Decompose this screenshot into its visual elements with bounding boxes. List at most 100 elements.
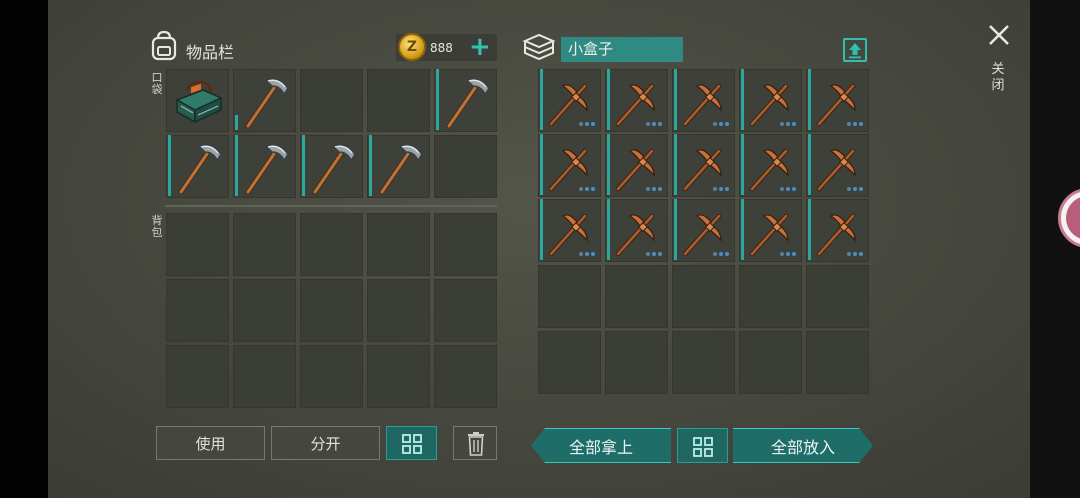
container-slot[interactable] [672,199,735,262]
backpack-slot[interactable] [300,279,363,342]
quality-dots [847,122,863,126]
stone-pickaxe-icon [178,144,222,195]
container-slot[interactable] [739,69,802,132]
container-slot[interactable] [806,265,869,328]
durability-bar [741,199,744,260]
pocket-slot[interactable] [300,135,363,198]
durability-bar [607,134,610,195]
box-stack-icon [522,33,556,61]
container-slot[interactable] [605,265,668,328]
quality-dots [713,187,729,191]
sort-inventory-button[interactable] [386,426,437,460]
backpack-slot[interactable] [367,345,430,408]
container-slot[interactable] [605,199,668,262]
pocket-slot[interactable] [166,135,229,198]
container-name[interactable]: 小盒子 [561,37,683,62]
pocket-slot[interactable] [233,135,296,198]
upload-icon[interactable] [843,38,867,62]
pocket-slot[interactable] [434,135,497,198]
close-icon[interactable] [988,24,1010,46]
container-slot[interactable] [672,331,735,394]
trash-button[interactable] [453,426,497,460]
durability-bar [540,134,543,195]
durability-bar [607,199,610,260]
durability-bar [607,69,610,130]
backpack-slot[interactable] [300,345,363,408]
game-screen: 物品栏 Z 888 + 口袋 背包 小盒子 使用 分开 全部拿上 全部放入 关闭 [0,0,1080,498]
grid-sort-icon [402,434,422,454]
quality-dots [579,122,595,126]
put-all-button[interactable]: 全部放入 [733,428,873,463]
pocket-label: 口袋 [151,71,163,96]
durability-bar [168,135,171,196]
close-label: 关闭 [991,62,1005,93]
container-slot[interactable] [605,331,668,394]
durability-bar [369,135,372,196]
container-slot[interactable] [538,331,601,394]
quality-dots [780,252,796,256]
durability-bar [674,134,677,195]
quality-dots [579,252,595,256]
quality-dots [646,122,662,126]
pocket-slot[interactable] [367,135,430,198]
quality-dots [713,122,729,126]
backpack-slot[interactable] [233,279,296,342]
durability-bar [540,69,543,130]
container-slot[interactable] [806,69,869,132]
durability-bar [235,115,238,130]
pocket-slot[interactable] [367,69,430,132]
backpack-slot[interactable] [434,345,497,408]
container-slot[interactable] [672,265,735,328]
container-slot[interactable] [538,265,601,328]
container-slot[interactable] [672,134,735,197]
split-button[interactable]: 分开 [271,426,380,460]
backpack-slot[interactable] [233,213,296,276]
durability-bar [808,134,811,195]
durability-bar [540,199,543,260]
backpack-slot[interactable] [166,345,229,408]
container-slot[interactable] [605,69,668,132]
pocket-slot[interactable] [233,69,296,132]
pocket-slot[interactable] [300,69,363,132]
backpack-slot[interactable] [367,279,430,342]
inventory-title: 物品栏 [186,43,235,62]
container-slot[interactable] [806,134,869,197]
quality-dots [847,252,863,256]
grid-sort-icon [693,437,713,457]
backpack-slot[interactable] [434,213,497,276]
add-coins-button[interactable]: + [469,33,491,61]
durability-bar [741,69,744,130]
container-slot[interactable] [672,69,735,132]
quality-dots [780,187,796,191]
durability-bar [808,199,811,260]
pocket-slot[interactable] [166,69,229,132]
container-slot[interactable] [739,134,802,197]
screen-edge-right [1030,0,1080,498]
backpack-slot[interactable] [367,213,430,276]
backpack-slot[interactable] [166,213,229,276]
container-slot[interactable] [739,331,802,394]
backpack-slot[interactable] [434,279,497,342]
container-slot[interactable] [538,199,601,262]
durability-bar [674,199,677,260]
sort-container-button[interactable] [677,428,728,463]
screen-edge-left [0,0,48,498]
use-button[interactable]: 使用 [156,426,265,460]
take-all-button[interactable]: 全部拿上 [531,428,671,463]
container-slot[interactable] [739,199,802,262]
quality-dots [646,187,662,191]
pocket-slot[interactable] [434,69,497,132]
container-slot[interactable] [739,265,802,328]
toolbox-icon [175,80,223,124]
container-slot[interactable] [806,199,869,262]
container-slot[interactable] [538,69,601,132]
quality-dots [646,252,662,256]
container-slot[interactable] [538,134,601,197]
container-slot[interactable] [806,331,869,394]
container-slot[interactable] [605,134,668,197]
backpack-slot[interactable] [300,213,363,276]
quality-dots [780,122,796,126]
backpack-slot[interactable] [166,279,229,342]
quality-dots [579,187,595,191]
backpack-slot[interactable] [233,345,296,408]
